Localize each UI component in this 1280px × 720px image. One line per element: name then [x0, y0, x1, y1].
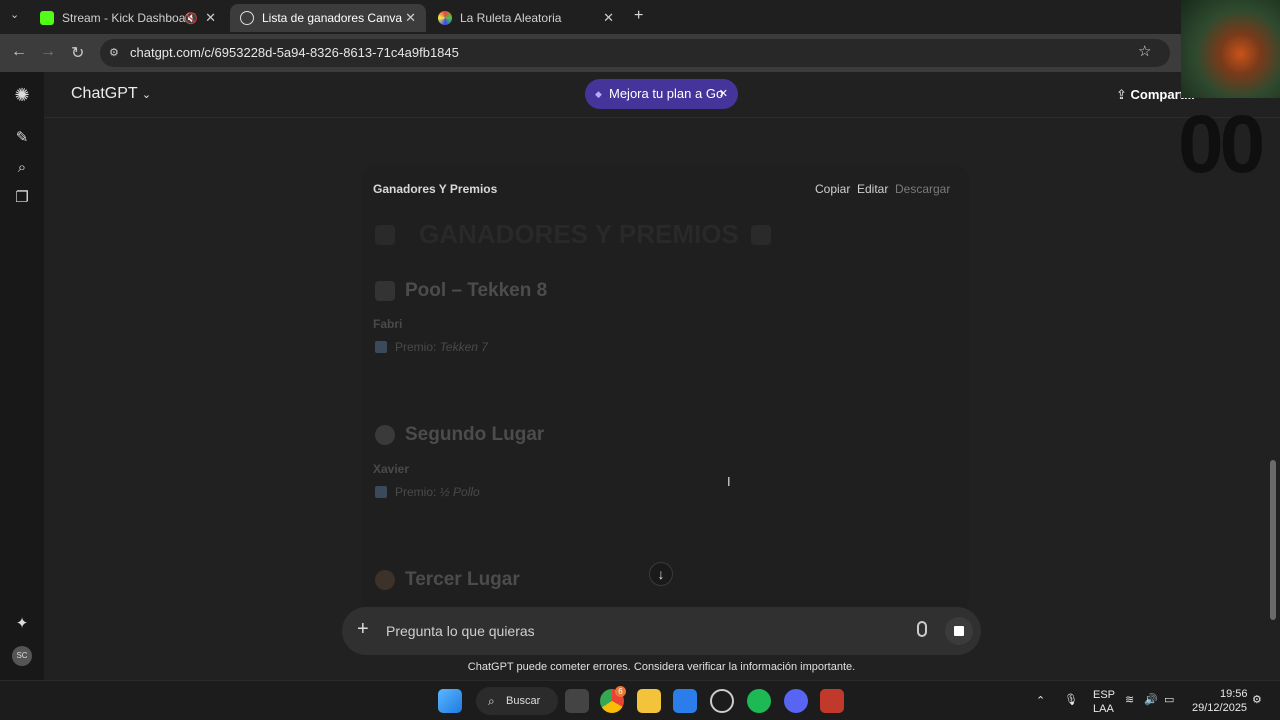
microphone-icon[interactable]	[917, 621, 927, 637]
volume-icon[interactable]: 🔊	[1144, 693, 1158, 706]
model-label: ChatGPT	[71, 85, 138, 102]
stop-button[interactable]	[945, 617, 973, 645]
winner-name: Fabri	[373, 317, 403, 331]
spotify-icon[interactable]	[747, 689, 771, 713]
tray-chevron-icon[interactable]: ⌃	[1036, 694, 1045, 707]
document-heading: GANADORES Y PREMIOS	[419, 219, 739, 249]
scroll-down-button[interactable]: ↓	[649, 562, 673, 586]
url-text: chatgpt.com/c/6953228d-5a94-8326-8613-71…	[130, 45, 459, 60]
stop-icon	[954, 626, 964, 636]
add-attachment-icon[interactable]: +	[357, 618, 369, 641]
tab-ruleta[interactable]: La Ruleta Aleatoria ✕	[428, 4, 624, 32]
trophy-icon	[375, 225, 395, 245]
disclaimer: ChatGPT puede cometer errores. Considera…	[467, 661, 856, 673]
site-info-icon[interactable]: ⚙	[109, 39, 119, 67]
upgrade-plan-button[interactable]: ◆ Mejora tu plan a Go ✕	[585, 79, 738, 109]
windows-start-icon[interactable]	[438, 689, 462, 713]
edit-button[interactable]: Editar	[857, 182, 888, 196]
chevron-down-icon: ⌄	[141, 89, 152, 101]
openai-logo-icon[interactable]: ✺	[12, 85, 32, 105]
model-selector[interactable]: ChatGPT ⌄	[71, 85, 151, 103]
download-button[interactable]: Descargar	[895, 182, 950, 196]
browser-toolbar: ← → ↻ ⚙ chatgpt.com/c/6953228d-5a94-8326…	[0, 34, 1280, 72]
text-cursor-icon: I	[727, 474, 731, 489]
chatgpt-icon	[240, 11, 254, 25]
close-icon[interactable]: ✕	[719, 79, 728, 109]
clock-date[interactable]: 29/12/2025	[1192, 702, 1247, 714]
section-heading: Tercer Lugar	[405, 569, 520, 590]
clock-time[interactable]: 19:56	[1220, 688, 1248, 700]
composer: +	[342, 607, 981, 655]
app-icon[interactable]	[820, 689, 844, 713]
new-chat-icon[interactable]: ✎	[12, 128, 32, 148]
prize-line: Premio: ½ Pollo	[395, 485, 480, 499]
discord-icon[interactable]	[784, 689, 808, 713]
scrollbar-thumb[interactable]	[1270, 460, 1276, 620]
lang-label[interactable]: ESP	[1093, 689, 1115, 701]
tab-label: Stream - Kick Dashboard	[62, 11, 197, 25]
tab-list-chevron-icon[interactable]: ⌄	[10, 8, 19, 21]
tab-label: La Ruleta Aleatoria	[460, 11, 562, 25]
trophy-icon	[751, 225, 771, 245]
taskbar-search-label: Buscar	[506, 695, 541, 707]
medal-silver-icon	[375, 425, 395, 445]
prize-line: Premio: Tekken 7	[395, 340, 488, 354]
chat-header: ChatGPT ⌄ ◆ Mejora tu plan a Go ✕ ⇪ Comp…	[44, 72, 1280, 118]
kick-icon	[40, 11, 54, 25]
library-icon[interactable]: ❐	[12, 188, 32, 208]
gamepad-icon	[375, 281, 395, 301]
search-icon[interactable]: ⌕	[12, 158, 32, 178]
microsoft-store-icon[interactable]	[673, 689, 697, 713]
windows-taskbar: ⌕ Buscar 6 ⌃ 🎙 ESP LAA ≋ 🔊 ▭ 19:56 29/12…	[0, 680, 1280, 720]
browser-tab-bar: ⌄ Stream - Kick Dashboard 🔇 ✕ Lista de g…	[0, 0, 1280, 34]
winner-name: Xavier	[373, 462, 410, 476]
taskbar-search[interactable]: ⌕ Buscar	[476, 687, 558, 715]
medal-bronze-icon	[375, 570, 395, 590]
copy-button[interactable]: Copiar	[815, 182, 850, 196]
app-icon[interactable]	[710, 689, 734, 713]
address-bar[interactable]: ⚙ chatgpt.com/c/6953228d-5a94-8326-8613-…	[100, 39, 1170, 67]
back-icon[interactable]: ←	[11, 43, 27, 61]
close-tab-icon[interactable]: ✕	[603, 10, 614, 26]
search-icon: ⌕	[488, 694, 495, 708]
reload-icon[interactable]: ↻	[71, 43, 84, 63]
wifi-icon[interactable]: ≋	[1125, 693, 1134, 706]
tab-kick-dashboard[interactable]: Stream - Kick Dashboard 🔇 ✕	[30, 4, 226, 32]
ruleta-icon	[438, 11, 452, 25]
task-view-icon[interactable]	[565, 689, 589, 713]
close-tab-icon[interactable]: ✕	[405, 10, 416, 26]
prize-icon	[375, 341, 387, 353]
section-heading: Segundo Lugar	[405, 424, 545, 445]
prompt-input[interactable]	[386, 619, 906, 643]
section-heading: Pool – Tekken 8	[405, 280, 548, 301]
microphone-icon[interactable]: 🎙	[1064, 693, 1078, 706]
chrome-badge: 6	[615, 686, 626, 697]
prize-icon	[375, 486, 387, 498]
bookmark-star-icon[interactable]: ☆	[1138, 42, 1151, 60]
diamond-icon: ◆	[595, 89, 602, 99]
share-icon: ⇪	[1116, 87, 1131, 102]
webcam-overlay-image	[1181, 0, 1280, 98]
tab-lista-ganadores[interactable]: Lista de ganadores Canva ✕	[230, 4, 426, 32]
forward-icon[interactable]: →	[40, 43, 56, 61]
overlay-counter: 00	[1178, 99, 1265, 190]
sparkle-icon[interactable]: ✦	[12, 614, 32, 634]
canvas-document: Ganadores Y Premios Copiar Editar Descar…	[361, 165, 969, 615]
sidebar: ✺ ✎ ⌕ ❐ ✦ SC	[0, 72, 44, 680]
battery-icon[interactable]: ▭	[1164, 693, 1174, 706]
muted-icon[interactable]: 🔇	[184, 12, 198, 25]
document-title: Ganadores Y Premios	[373, 182, 498, 196]
layout-label[interactable]: LAA	[1093, 703, 1114, 715]
file-explorer-icon[interactable]	[637, 689, 661, 713]
close-tab-icon[interactable]: ✕	[205, 10, 216, 26]
upgrade-label: Mejora tu plan a Go	[609, 86, 724, 101]
tab-label: Lista de ganadores Canva	[262, 11, 403, 25]
notifications-icon[interactable]: ⚙	[1252, 693, 1262, 706]
new-tab-icon[interactable]: +	[634, 7, 643, 25]
